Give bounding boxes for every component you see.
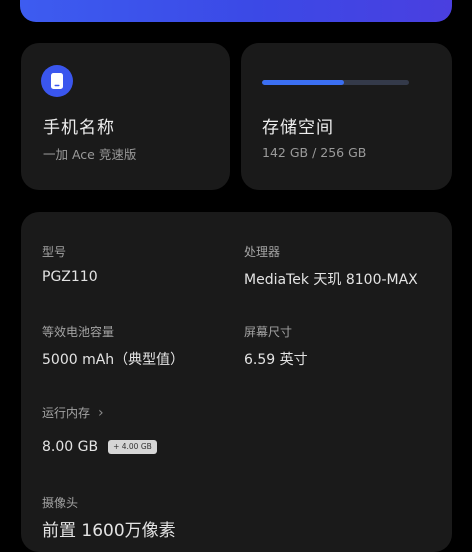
phone-name-card[interactable]: 手机名称 一加 Ace 竞速版 bbox=[21, 43, 230, 190]
storage-title: 存储空间 bbox=[262, 118, 334, 138]
ram-extension-badge: + 4.00 GB bbox=[108, 440, 157, 454]
storage-card[interactable]: 存储空间 142 GB / 256 GB bbox=[241, 43, 452, 190]
top-banner[interactable] bbox=[20, 0, 452, 22]
battery-label: 等效电池容量 bbox=[42, 325, 115, 339]
battery-value: 5000 mAh（典型值） bbox=[42, 352, 185, 368]
storage-progress-bar bbox=[262, 80, 409, 85]
processor-label: 处理器 bbox=[244, 245, 281, 259]
phone-name-value: 一加 Ace 竞速版 bbox=[43, 147, 137, 162]
device-specs-card: 型号 PGZ110 处理器 MediaTek 天玑 8100-MAX 等效电池容… bbox=[21, 212, 452, 552]
camera-label: 摄像头 bbox=[42, 496, 79, 510]
phone-name-title: 手机名称 bbox=[43, 118, 115, 138]
processor-value: MediaTek 天玑 8100-MAX bbox=[244, 272, 418, 288]
storage-usage: 142 GB / 256 GB bbox=[262, 145, 367, 160]
ram-label: 运行内存 bbox=[42, 406, 91, 420]
ram-link[interactable]: 运行内存 › bbox=[42, 404, 104, 421]
screen-size-label: 屏幕尺寸 bbox=[244, 325, 293, 339]
model-label: 型号 bbox=[42, 245, 67, 259]
screen-size-value: 6.59 英寸 bbox=[244, 352, 308, 368]
chevron-right-icon: › bbox=[98, 404, 104, 421]
ram-value-row: 8.00 GB + 4.00 GB bbox=[42, 439, 157, 455]
phone-icon bbox=[41, 65, 73, 97]
ram-value: 8.00 GB bbox=[42, 439, 99, 455]
camera-value: 前置 1600万像素 bbox=[42, 521, 176, 541]
storage-progress-fill bbox=[262, 80, 344, 85]
model-value: PGZ110 bbox=[42, 269, 98, 285]
